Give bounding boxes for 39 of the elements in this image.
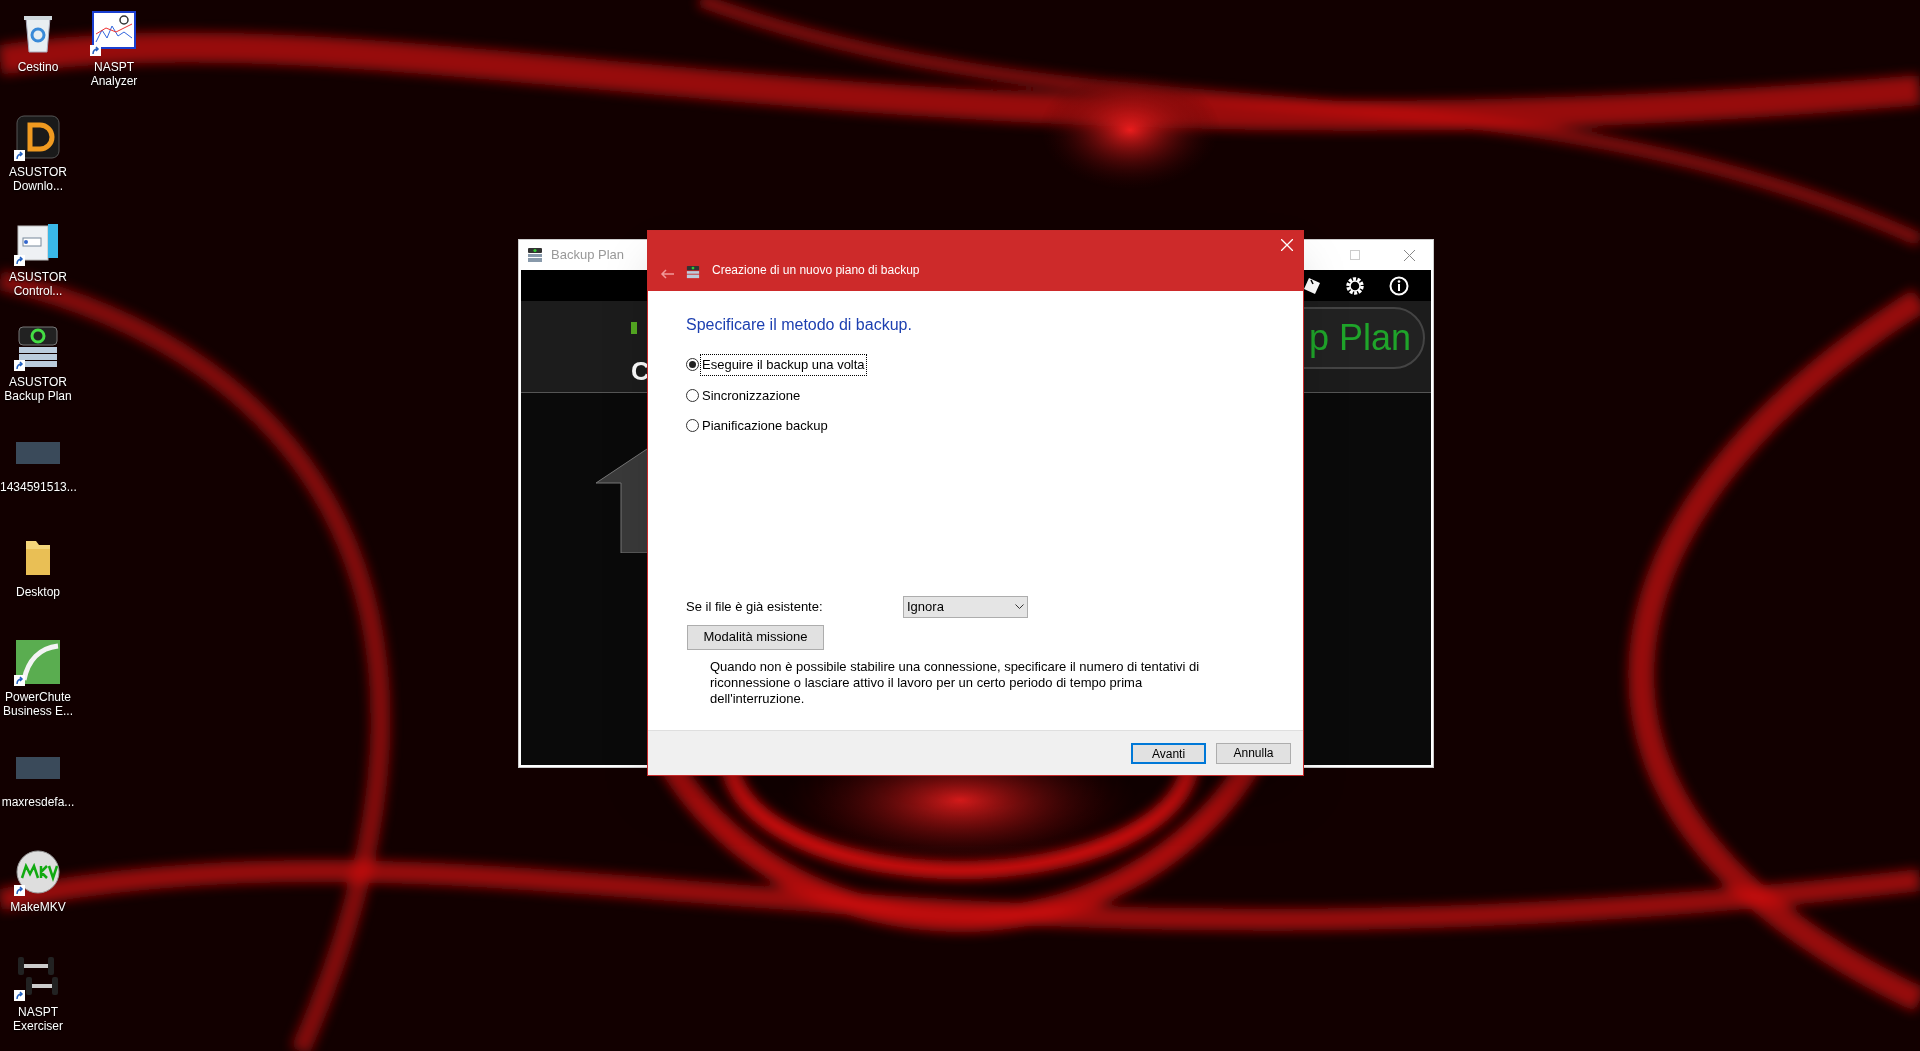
radio-button[interactable] [686,358,699,372]
icon-label[interactable]: 1434591513... [0,480,76,494]
radio-label[interactable]: Eseguire il backup una volta [701,355,866,375]
icon-label[interactable]: MakeMKV [0,900,76,914]
icon-label[interactable]: Cestino [0,60,76,74]
info-icon[interactable] [1389,275,1409,296]
dialog-title: Creazione di un nuovo piano di backup [712,262,920,279]
chevron-icon [1015,603,1024,610]
banner-text: p Plan [1308,315,1411,360]
icon-label[interactable]: NASPT Analyzer [76,60,152,88]
description-text: Quando non è possibile stabilire una connessione, specificare il numero di tentativi di riconnessione o lasciare attivo il lavoro per un certo periodo di tempo prima dell'interruzione. [710,658,1201,707]
icon-label[interactable]: PowerChute Business E... [0,690,76,718]
header-marker [631,322,637,334]
icon-label[interactable]: ASUSTOR Downlo... [0,165,76,193]
settings-icon[interactable] [1345,275,1365,296]
icon-label[interactable]: maxresdefa... [0,795,76,809]
dialog-button[interactable]: Annulla [1216,742,1291,764]
disc-icon[interactable] [14,848,62,896]
close-icon[interactable] [1404,249,1415,261]
tag-icon[interactable] [1303,276,1321,295]
radio-label[interactable]: Pianificazione backup [701,416,829,436]
radio-button[interactable] [686,388,699,402]
existing-file-dropdown[interactable]: Ignora [903,595,1028,618]
field-label: Se il file è già esistente: [686,597,824,616]
radio-button[interactable] [686,419,699,433]
icon-label[interactable]: ASUSTOR Control... [0,270,76,298]
app-icon [527,247,543,263]
icon-label[interactable]: ASUSTOR Backup Plan [0,375,76,403]
mission-mode-button[interactable]: Modalità missione [687,624,824,650]
downloader-icon[interactable] [14,113,62,161]
window-title: Backup Plan [551,246,624,265]
dialog-button[interactable]: Avanti [1131,742,1206,764]
back-arrow-icon[interactable] [660,269,674,279]
curve-icon[interactable] [14,638,62,686]
icon-label[interactable]: NASPT Exerciser [0,1005,76,1033]
icon-label[interactable]: Desktop [0,585,76,599]
app-icon [686,265,700,279]
radio-label[interactable]: Sincronizzazione [701,385,802,405]
dialog-heading: Specificare il metodo di backup. [686,315,912,335]
